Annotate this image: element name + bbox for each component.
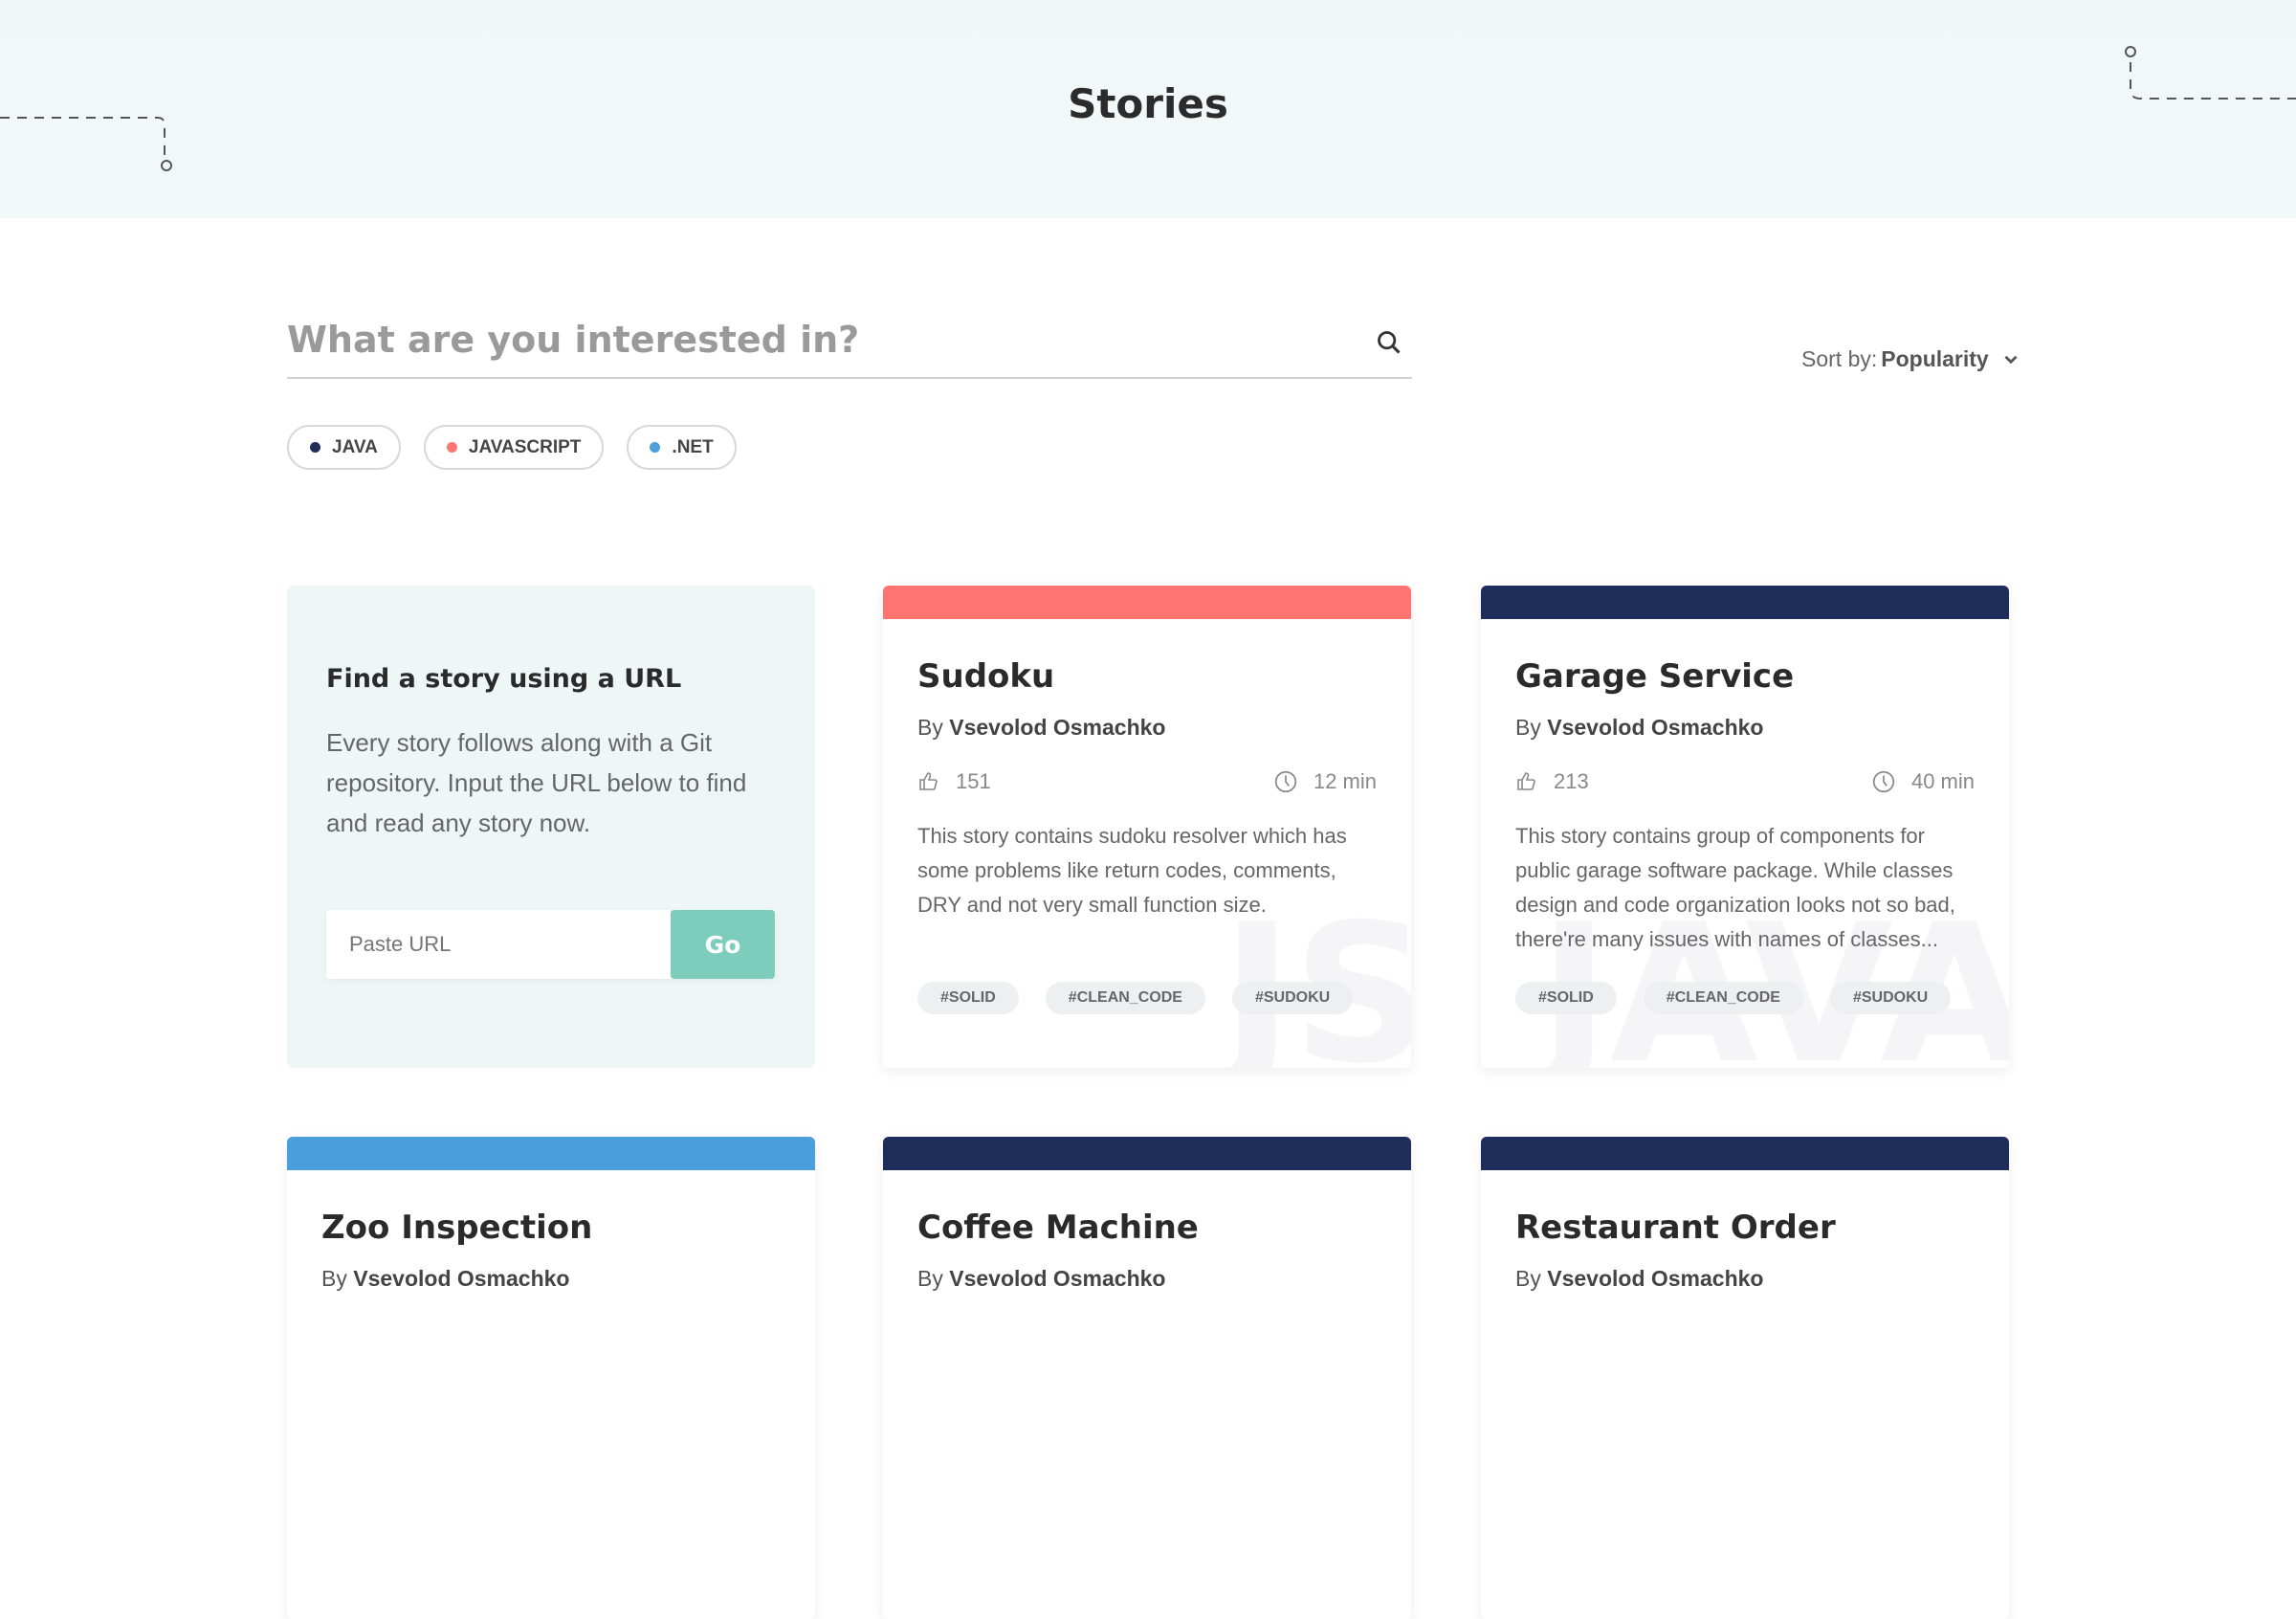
likes-count: 213 (1554, 769, 1589, 793)
filter-chip-javascript[interactable]: JAVASCRIPT (423, 425, 605, 470)
search-icon[interactable] (1376, 329, 1402, 356)
card-color-bar (1481, 586, 2009, 619)
story-stats: 151 12 min (917, 769, 1377, 794)
find-by-url-card: Find a story using a URL Every story fol… (287, 586, 815, 1068)
url-card-title: Find a story using a URL (326, 664, 682, 694)
clock-icon (1872, 770, 1895, 793)
go-button[interactable]: Go (671, 910, 775, 979)
read-time: 40 min (1910, 769, 1975, 793)
thumbs-up-icon (919, 772, 938, 790)
card-color-bar (883, 1137, 1411, 1170)
filter-chip-dotnet[interactable]: .NET (627, 425, 737, 470)
clock-icon (1274, 770, 1297, 793)
tag[interactable]: #SUDOKU (1829, 982, 1952, 1014)
story-author: By Vsevolod Osmachko (917, 1266, 1377, 1292)
dot-icon (446, 442, 457, 453)
story-tags: #SOLID #CLEAN_CODE #SUDOKU (917, 982, 1377, 1014)
tag[interactable]: #CLEAN_CODE (1643, 982, 1803, 1014)
card-color-bar (883, 586, 1411, 619)
chip-label: JAVA (332, 436, 378, 457)
story-card[interactable]: Coffee Machine By Vsevolod Osmachko (883, 1137, 1411, 1619)
story-title[interactable]: Zoo Inspection (321, 1209, 781, 1247)
story-title[interactable]: Sudoku (917, 657, 1377, 696)
by-label: By (321, 1266, 347, 1291)
by-label: By (917, 1266, 943, 1291)
url-input[interactable] (326, 910, 671, 979)
author-name: Vsevolod Osmachko (949, 1266, 1166, 1291)
by-label: By (1515, 715, 1541, 740)
story-card[interactable]: JAVA Garage Service By Vsevolod Osmachko… (1481, 586, 2009, 1068)
story-card[interactable]: Restaurant Order By Vsevolod Osmachko (1481, 1137, 2009, 1619)
filter-chips: JAVA JAVASCRIPT .NET (287, 425, 737, 470)
author-name: Vsevolod Osmachko (949, 715, 1166, 740)
story-author: By Vsevolod Osmachko (1515, 1266, 1975, 1292)
thumbs-up-icon (1517, 772, 1535, 790)
by-label: By (917, 715, 943, 740)
search-input[interactable] (287, 306, 1320, 373)
chip-label: JAVASCRIPT (468, 436, 582, 457)
dot-icon (650, 442, 661, 453)
filter-chip-java[interactable]: JAVA (287, 425, 401, 470)
story-author: By Vsevolod Osmachko (917, 715, 1377, 741)
tag[interactable]: #CLEAN_CODE (1045, 982, 1205, 1014)
tag[interactable]: #SOLID (1515, 982, 1617, 1014)
story-tags: #SOLID #CLEAN_CODE #SUDOKU (1515, 982, 1975, 1014)
story-card[interactable]: Zoo Inspection By Vsevolod Osmachko (287, 1137, 815, 1619)
chevron-down-icon (2004, 355, 2018, 364)
author-name: Vsevolod Osmachko (353, 1266, 570, 1291)
dot-icon (310, 442, 320, 453)
sort-dropdown[interactable]: Sort by: Popularity (1801, 346, 2021, 372)
author-name: Vsevolod Osmachko (1547, 715, 1764, 740)
sort-label: Sort by: (1801, 346, 1878, 371)
page-header: Stories (0, 0, 2296, 218)
tag[interactable]: #SOLID (917, 982, 1019, 1014)
author-name: Vsevolod Osmachko (1547, 1266, 1764, 1291)
story-title[interactable]: Garage Service (1515, 657, 1975, 696)
url-card-text: Every story follows along with a Git rep… (326, 728, 747, 837)
story-description: This story contains sudoku resolver whic… (917, 824, 1347, 917)
chip-label: .NET (672, 436, 714, 457)
story-author: By Vsevolod Osmachko (1515, 715, 1975, 741)
card-color-bar (287, 1137, 815, 1170)
story-card[interactable]: JS Sudoku By Vsevolod Osmachko 151 12 min… (883, 586, 1411, 1068)
search-bar (287, 306, 1412, 379)
url-form: Go (326, 910, 776, 979)
page-title: Stories (1068, 80, 1228, 127)
likes-count: 151 (956, 769, 991, 793)
tag[interactable]: #SUDOKU (1231, 982, 1354, 1014)
sort-value: Popularity (1881, 346, 1989, 371)
read-time: 12 min (1313, 769, 1377, 793)
story-description: This story contains group of components … (1515, 824, 1955, 951)
story-title[interactable]: Coffee Machine (917, 1209, 1377, 1247)
card-color-bar (1481, 1137, 2009, 1170)
by-label: By (1515, 1266, 1541, 1291)
story-stats: 213 40 min (1515, 769, 1975, 794)
story-title[interactable]: Restaurant Order (1515, 1209, 1975, 1247)
story-author: By Vsevolod Osmachko (321, 1266, 781, 1292)
